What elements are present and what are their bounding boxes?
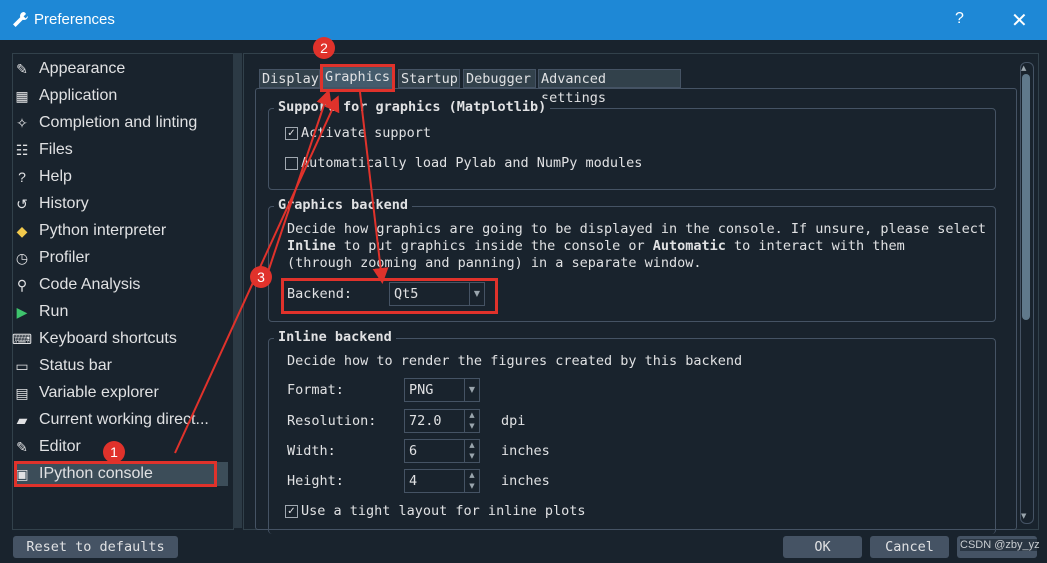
annotation-badge-2: 2 (313, 37, 335, 59)
annotation-arrow-3 (359, 91, 389, 284)
annotation-arrows (174, 89, 389, 454)
annotation-arrow-2 (267, 89, 332, 273)
annotation-badge-3: 3 (250, 266, 272, 288)
annotation-badge-1: 1 (103, 441, 125, 463)
